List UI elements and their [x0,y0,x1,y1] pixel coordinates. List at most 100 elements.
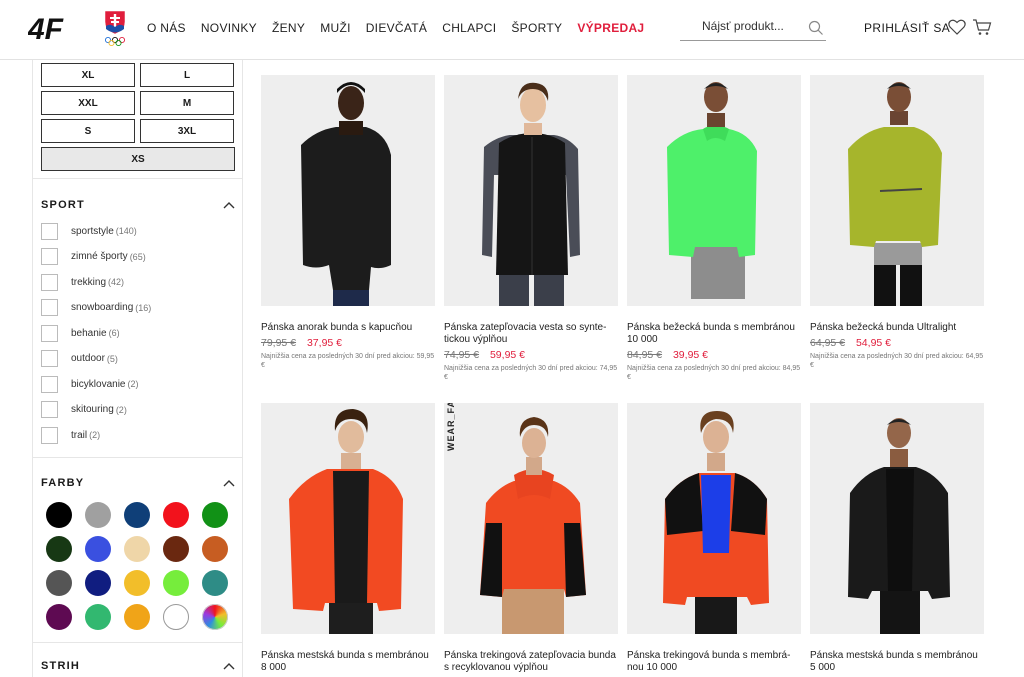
size-option-xl[interactable]: XL [41,63,135,87]
olympic-crest-icon [104,10,126,47]
product-photo [289,409,403,634]
nav-o-nas[interactable]: O NÁS [147,21,186,35]
color-swatch[interactable] [85,502,111,528]
product-grid: Pánska anorak bunda s kapucňou 79,95 € 3… [243,60,1024,677]
color-swatch[interactable] [163,536,189,562]
nav-chlapci[interactable]: CHLAPCI [442,21,496,35]
login-link[interactable]: PRIHLÁSIŤ SA [864,21,950,35]
nav-muzi[interactable]: MUŽI [320,21,351,35]
color-swatch[interactable] [202,570,228,596]
sport-filter-trekking[interactable]: trekking (42) [41,273,124,291]
checkbox[interactable] [41,299,58,316]
sport-count: (5) [106,353,118,364]
heart-icon[interactable] [948,19,966,35]
search-icon[interactable] [808,20,824,36]
product-name[interactable]: Pánska mestská bunda s membránou 8 000 [261,650,435,674]
size-option-s[interactable]: S [41,119,135,143]
size-option-l[interactable]: L [140,63,234,87]
nav-zeny[interactable]: ŽENY [272,21,305,35]
size-option-xs[interactable]: XS [41,147,235,171]
sport-filter-snowboarding[interactable]: snowboarding (16) [41,299,151,317]
chevron-up-icon[interactable] [223,479,235,487]
sport-filter-bicyklovanie[interactable]: bicyklovanie (2) [41,375,138,393]
color-swatch[interactable] [163,604,189,630]
product-card[interactable]: Pánska mestská bunda s membránou 8 000 [261,403,435,674]
product-name[interactable]: Pánska mestská bunda s membránou 5 000 [810,650,984,674]
color-swatch[interactable] [202,536,228,562]
nav-sporty[interactable]: ŠPORTY [511,21,562,35]
color-swatch[interactable] [85,536,111,562]
size-option-3xl[interactable]: 3XL [140,119,234,143]
color-swatch[interactable] [46,604,72,630]
product-card[interactable]: Pánska zatepľovacia vesta so synte-ticko… [444,75,618,382]
price-row: 79,95 € 37,95 € [261,337,435,349]
product-name[interactable]: Pánska bežecká bunda Ultralight [810,322,984,334]
color-swatch[interactable] [202,502,228,528]
search-input[interactable] [680,15,800,33]
checkbox[interactable] [41,426,58,444]
product-card[interactable]: Pánska anorak bunda s kapucňou 79,95 € 3… [261,75,435,370]
product-name[interactable]: Pánska anorak bunda s kapucňou [261,322,435,334]
product-card[interactable]: Pánska bežecká bunda Ultralight 64,95 € … [810,75,984,370]
color-swatch[interactable] [46,570,72,596]
product-image[interactable] [810,403,984,634]
product-image[interactable] [261,75,435,306]
product-image[interactable] [627,403,801,634]
checkbox[interactable] [41,248,58,265]
sport-filter-zimne-sporty[interactable]: zimné športy (65) [41,248,146,266]
product-image[interactable] [261,403,435,634]
product-name[interactable]: Pánska zatepľovacia vesta so synte-ticko… [444,322,618,346]
color-swatch[interactable] [163,502,189,528]
brand-logo[interactable]: 4F [28,14,84,42]
product-card[interactable]: Pánska mestská bunda s membránou 5 000 [810,403,984,674]
sport-filter-sportstyle[interactable]: sportstyle (140) [41,222,137,240]
product-name[interactable]: Pánska trekingová zatepľovacia bunda s r… [444,650,618,674]
color-swatch[interactable] [124,604,150,630]
product-photo [667,82,757,299]
lowest-price-note: Najnižšia cena za posledných 30 dní pred… [444,365,618,381]
chevron-up-icon[interactable] [223,201,235,209]
product-card[interactable]: Pánska bežecká bunda s membránou 10 000 … [627,75,801,382]
cart-icon[interactable] [972,18,992,36]
sport-filter-behanie[interactable]: behanie (6) [41,324,120,342]
color-swatch[interactable] [202,604,228,630]
color-swatch[interactable] [124,570,150,596]
checkbox[interactable] [41,222,58,240]
price-row: 74,95 € 59,95 € [444,349,618,361]
color-filter-title[interactable]: FARBY [41,477,84,489]
checkbox[interactable] [41,401,58,418]
color-swatch[interactable] [124,536,150,562]
product-card[interactable]: WEAR_FAIR Pánska trekingová zatepľovacia… [444,403,618,674]
sport-filter-skitouring[interactable]: skitouring (2) [41,401,127,419]
product-card[interactable]: Pánska trekingová bunda s membrá-nou 10 … [627,403,801,674]
sport-filter-outdoor[interactable]: outdoor (5) [41,350,118,368]
size-option-m[interactable]: M [140,91,234,115]
svg-text:4F: 4F [28,14,64,42]
product-name[interactable]: Pánska bežecká bunda s membránou 10 000 [627,322,801,346]
nav-vypredaj[interactable]: VÝPREDAJ [577,21,644,35]
nav-dievcata[interactable]: DIEVČATÁ [366,21,428,35]
nav-novinky[interactable]: NOVINKY [201,21,257,35]
product-image[interactable] [627,75,801,306]
product-name[interactable]: Pánska trekingová bunda s membrá-nou 10 … [627,650,801,674]
checkbox[interactable] [41,324,58,342]
color-swatch[interactable] [46,536,72,562]
checkbox[interactable] [41,350,58,367]
color-swatch[interactable] [163,570,189,596]
sport-filter-title[interactable]: SPORT [41,199,85,211]
color-swatch[interactable] [85,570,111,596]
product-image[interactable] [444,75,618,306]
sport-count: (2) [115,404,127,415]
chevron-up-icon[interactable] [223,662,235,670]
product-image[interactable] [810,75,984,306]
cut-filter-title[interactable]: STRIH [41,660,80,672]
color-swatch[interactable] [124,502,150,528]
color-swatch[interactable] [46,502,72,528]
size-option-xxl[interactable]: XXL [41,91,135,115]
color-swatch[interactable] [85,604,111,630]
checkbox[interactable] [41,273,58,291]
sport-filter-trail[interactable]: trail (2) [41,426,100,444]
sport-count: (6) [108,328,120,338]
checkbox[interactable] [41,375,58,393]
product-image[interactable]: WEAR_FAIR [444,403,618,634]
